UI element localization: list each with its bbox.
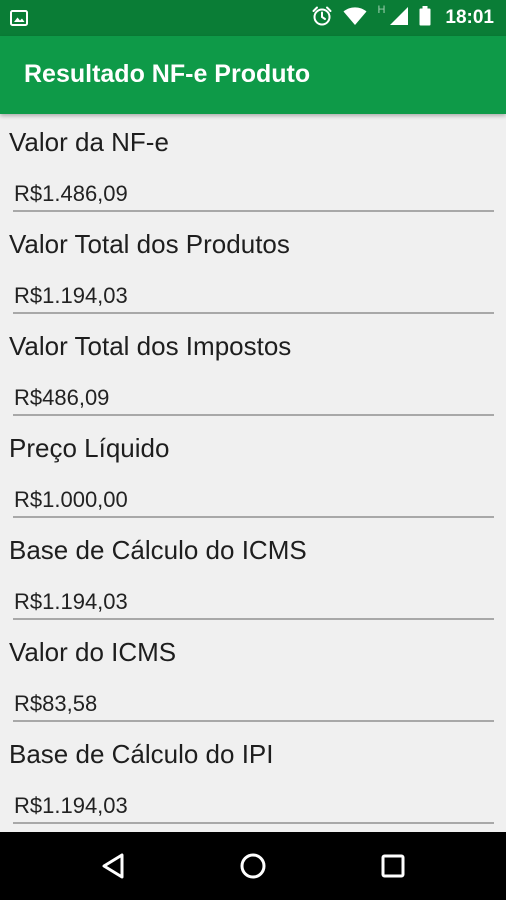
signal-icon bbox=[389, 6, 409, 31]
field-label: Base de Cálculo do IPI bbox=[9, 739, 274, 769]
field-underline bbox=[13, 822, 494, 824]
field-underline bbox=[13, 516, 494, 518]
field-label: Valor do ICMS bbox=[9, 637, 177, 667]
result-list[interactable]: Valor da NF-e R$1.486,09 Valor Total dos… bbox=[0, 114, 506, 832]
field-value[interactable]: R$1.000,00 bbox=[14, 487, 128, 513]
field-underline bbox=[13, 414, 494, 416]
field-value[interactable]: R$83,58 bbox=[14, 691, 97, 717]
page-title: Resultado NF-e Produto bbox=[24, 60, 311, 88]
field-label: Valor Total dos Impostos bbox=[9, 331, 292, 361]
field-valor-nfe: Valor da NF-e R$1.486,09 bbox=[0, 114, 506, 216]
field-label: Base de Cálculo do ICMS bbox=[9, 535, 307, 565]
field-preco-liquido: Preço Líquido R$1.000,00 bbox=[0, 420, 506, 522]
field-value[interactable]: R$486,09 bbox=[14, 385, 109, 411]
app-bar: Resultado NF-e Produto bbox=[0, 36, 506, 114]
field-value[interactable]: R$1.194,03 bbox=[14, 793, 128, 819]
field-underline bbox=[13, 312, 494, 314]
status-bar: H 18:01 bbox=[0, 0, 506, 36]
status-time: 18:01 bbox=[445, 7, 494, 28]
recents-icon[interactable] bbox=[373, 846, 413, 886]
alarm-icon bbox=[311, 5, 333, 32]
field-underline bbox=[13, 210, 494, 212]
navigation-bar bbox=[0, 832, 506, 900]
battery-icon bbox=[419, 5, 431, 31]
home-icon[interactable] bbox=[233, 846, 273, 886]
field-valor-icms: Valor do ICMS R$83,58 bbox=[0, 624, 506, 726]
field-value[interactable]: R$1.194,03 bbox=[14, 283, 128, 309]
field-label: Valor da NF-e bbox=[9, 127, 169, 157]
field-base-calculo-icms: Base de Cálculo do ICMS R$1.194,03 bbox=[0, 522, 506, 624]
network-type: H bbox=[377, 4, 386, 16]
field-underline bbox=[13, 720, 494, 722]
field-base-calculo-ipi: Base de Cálculo do IPI R$1.194,03 bbox=[0, 726, 506, 828]
field-underline bbox=[13, 618, 494, 620]
back-icon[interactable] bbox=[93, 846, 133, 886]
field-valor-total-produtos: Valor Total dos Produtos R$1.194,03 bbox=[0, 216, 506, 318]
wifi-icon bbox=[343, 6, 367, 31]
field-value[interactable]: R$1.194,03 bbox=[14, 589, 128, 615]
field-valor-total-impostos: Valor Total dos Impostos R$486,09 bbox=[0, 318, 506, 420]
image-icon bbox=[10, 9, 28, 32]
field-value[interactable]: R$1.486,09 bbox=[14, 181, 128, 207]
field-label: Valor Total dos Produtos bbox=[9, 229, 290, 259]
field-label: Preço Líquido bbox=[9, 433, 170, 463]
